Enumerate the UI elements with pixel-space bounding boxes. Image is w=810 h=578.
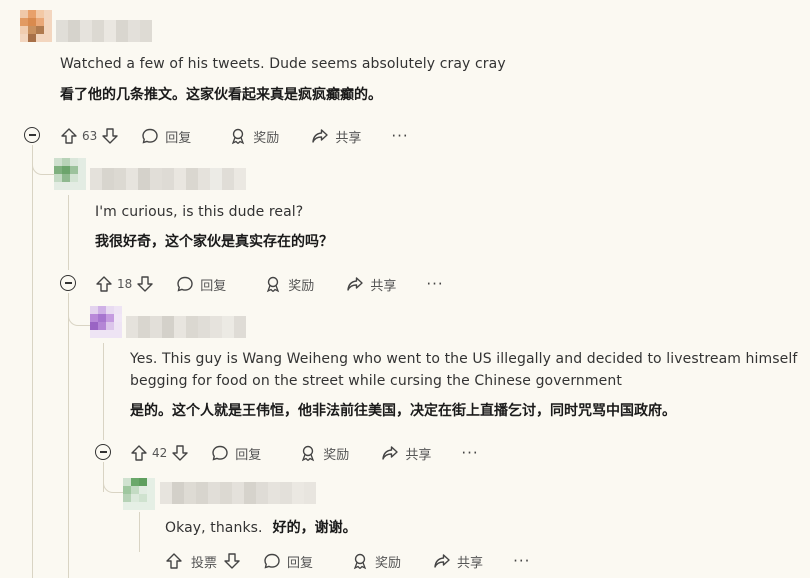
more-options-button[interactable]: ··· bbox=[391, 127, 408, 145]
avatar[interactable] bbox=[90, 306, 122, 338]
comment-text-zh: 是的。这个人就是王伟恒，他非法前往美国，决定在街上直播乞讨，同时咒骂中国政府。 bbox=[130, 403, 676, 419]
downvote-icon bbox=[137, 276, 153, 292]
vote-score: 42 bbox=[152, 446, 168, 460]
thread-elbow-3 bbox=[103, 467, 125, 493]
share-icon bbox=[434, 554, 450, 568]
comment-text-zh: 好的，谢谢。 bbox=[272, 520, 357, 536]
reply-bubble-icon bbox=[142, 128, 158, 144]
upvote-button[interactable]: 投票 bbox=[165, 552, 217, 571]
award-label: 奖励 bbox=[253, 130, 280, 146]
collapse-thread-button[interactable] bbox=[24, 127, 40, 143]
thread-line-c3-body bbox=[103, 343, 104, 440]
reply-label: 回复 bbox=[287, 555, 314, 571]
reply-button[interactable]: 回复 bbox=[141, 127, 191, 146]
thread-elbow-2 bbox=[68, 298, 90, 326]
share-label: 共享 bbox=[335, 130, 362, 146]
reply-button[interactable]: 回复 bbox=[176, 275, 226, 294]
share-button[interactable]: 共享 bbox=[433, 552, 483, 571]
upvote-button[interactable] bbox=[60, 127, 78, 145]
share-button[interactable]: 共享 bbox=[346, 275, 396, 294]
vote-label: 投票 bbox=[191, 555, 218, 571]
comment-text-zh: 我很好奇，这个家伙是真实存在的吗？ bbox=[95, 234, 333, 250]
downvote-icon bbox=[102, 128, 118, 144]
downvote-button[interactable] bbox=[223, 552, 241, 570]
award-button[interactable]: 奖励 bbox=[264, 275, 314, 294]
reply-label: 回复 bbox=[165, 130, 192, 146]
collapse-thread-button[interactable] bbox=[60, 275, 76, 291]
avatar[interactable] bbox=[54, 158, 86, 190]
collapse-thread-button[interactable] bbox=[95, 444, 111, 460]
comment-text-en-line1: Yes. This guy is Wang Weiheng who went t… bbox=[130, 351, 798, 367]
avatar[interactable] bbox=[20, 10, 52, 42]
comment-text-zh: 看了他的几条推文。这家伙看起来真是疯疯癫癫的。 bbox=[60, 87, 382, 103]
avatar[interactable] bbox=[123, 478, 155, 510]
reply-button[interactable]: 回复 bbox=[211, 444, 261, 463]
share-button[interactable]: 共享 bbox=[311, 127, 361, 146]
share-icon bbox=[347, 277, 364, 291]
reply-label: 回复 bbox=[200, 278, 227, 294]
reply-label: 回复 bbox=[235, 447, 262, 463]
thread-elbow-1 bbox=[32, 150, 54, 175]
share-label: 共享 bbox=[405, 447, 432, 463]
downvote-button[interactable] bbox=[171, 444, 189, 462]
thread-line-c4-body bbox=[139, 512, 140, 552]
username-blurred[interactable] bbox=[56, 20, 152, 42]
share-button[interactable]: 共享 bbox=[381, 444, 431, 463]
comment-actions: 投票 回复 奖励 共享 ··· bbox=[165, 549, 530, 573]
upvote-icon bbox=[96, 276, 112, 292]
award-icon bbox=[302, 445, 315, 462]
comment-text-en: Okay, thanks. bbox=[165, 520, 263, 536]
more-options-button[interactable]: ··· bbox=[426, 275, 443, 293]
comment-actions: 63 回复 奖励 共享 ··· bbox=[60, 124, 409, 148]
share-icon bbox=[312, 129, 329, 143]
upvote-button[interactable] bbox=[95, 275, 113, 293]
share-label: 共享 bbox=[457, 555, 484, 571]
downvote-icon bbox=[224, 553, 240, 569]
username-blurred[interactable] bbox=[126, 316, 246, 338]
username-blurred[interactable] bbox=[90, 168, 246, 190]
reply-button[interactable]: 回复 bbox=[263, 552, 313, 571]
upvote-button[interactable] bbox=[130, 444, 148, 462]
comment-text-en: I'm curious, is this dude real? bbox=[95, 204, 304, 220]
reply-bubble-icon bbox=[212, 445, 228, 461]
thread-line-c2-body bbox=[68, 195, 69, 270]
share-icon bbox=[382, 446, 399, 460]
upvote-icon bbox=[61, 128, 77, 144]
award-label: 奖励 bbox=[375, 555, 402, 571]
share-label: 共享 bbox=[370, 278, 397, 294]
downvote-button[interactable] bbox=[136, 275, 154, 293]
more-options-button[interactable]: ··· bbox=[513, 552, 530, 570]
award-icon bbox=[353, 553, 367, 570]
vote-score: 63 bbox=[82, 129, 98, 143]
comment-text-en-line2: begging for food on the street while cur… bbox=[130, 373, 622, 389]
award-button[interactable]: 奖励 bbox=[229, 127, 279, 146]
username-blurred[interactable] bbox=[160, 482, 316, 504]
comment-actions: 18 回复 奖励 共享 ··· bbox=[95, 272, 444, 296]
comment-actions: 42 回复 奖励 共享 ··· bbox=[130, 441, 479, 465]
award-button[interactable]: 奖励 bbox=[299, 444, 349, 463]
thread-line-1 bbox=[32, 145, 33, 578]
upvote-icon bbox=[166, 553, 182, 569]
upvote-icon bbox=[131, 445, 147, 461]
comment-text-en: Watched a few of his tweets. Dude seems … bbox=[60, 56, 506, 72]
thread-line-2 bbox=[68, 293, 69, 578]
reply-bubble-icon bbox=[264, 553, 280, 569]
vote-score: 18 bbox=[117, 277, 133, 291]
more-options-button[interactable]: ··· bbox=[461, 444, 478, 462]
award-label: 奖励 bbox=[288, 278, 315, 294]
award-icon bbox=[232, 128, 245, 145]
downvote-icon bbox=[172, 445, 188, 461]
reply-bubble-icon bbox=[177, 276, 193, 292]
award-label: 奖励 bbox=[323, 447, 350, 463]
award-icon bbox=[267, 276, 280, 293]
comment-text-row: Okay, thanks. 好的，谢谢。 bbox=[165, 517, 357, 539]
award-button[interactable]: 奖励 bbox=[351, 552, 401, 571]
downvote-button[interactable] bbox=[101, 127, 119, 145]
